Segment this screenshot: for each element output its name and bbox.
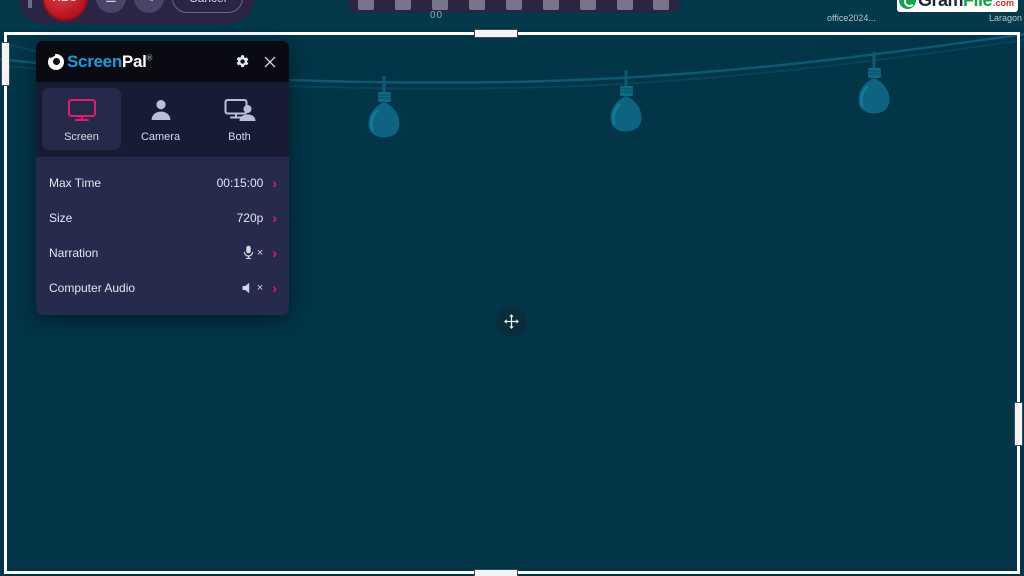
pen-icon[interactable]: ✎ xyxy=(134,0,164,13)
microphone-glyph xyxy=(243,245,254,260)
brand-pal-text: Pal xyxy=(121,52,147,71)
monitor-icon xyxy=(67,98,97,122)
resize-handle-top[interactable] xyxy=(474,29,518,38)
resize-handle-bottom[interactable] xyxy=(474,569,518,576)
tab-camera-label: Camera xyxy=(140,131,181,143)
toolbar-icon-7[interactable] xyxy=(579,0,596,10)
setting-label: Computer Audio xyxy=(49,280,136,295)
tab-camera[interactable]: Camera xyxy=(121,88,200,150)
resize-handle-right[interactable] xyxy=(1014,402,1023,446)
gramfile-logo: Gram File .com xyxy=(896,0,1018,12)
person-icon xyxy=(149,98,173,122)
setting-row-size[interactable]: Size 720p › xyxy=(36,200,289,235)
chevron-right-icon[interactable]: › xyxy=(272,281,277,295)
recorder-settings-list: Max Time 00:15:00 › Size 720p › Narratio… xyxy=(36,157,289,315)
chevron-right-icon[interactable]: › xyxy=(272,176,277,190)
setting-value-group: 720p › xyxy=(237,211,277,225)
gear-glyph xyxy=(236,55,249,68)
taskbar-item-laragon[interactable]: Laragon xyxy=(989,13,1022,23)
gramfile-logo-icon xyxy=(898,0,916,9)
screenpal-recorder-panel: ScreenPal® Screen Camera Both Max Time 0… xyxy=(36,41,289,315)
gramfile-watermark: Gram File .com xyxy=(896,0,1018,12)
move-arrows-icon[interactable] xyxy=(496,306,527,337)
monitor-person-icon xyxy=(224,98,256,122)
toolbar-icon-3[interactable] xyxy=(432,0,449,10)
panel-header-actions xyxy=(235,54,277,69)
taskbar-labels: office2024... Laragon xyxy=(827,13,1022,23)
setting-row-computer-audio[interactable]: Computer Audio × › xyxy=(36,270,289,305)
setting-label: Max Time xyxy=(49,175,102,190)
tab-both[interactable]: Both xyxy=(200,88,279,150)
gramfile-com-text: .com xyxy=(992,0,1014,8)
taskbar-item-office[interactable]: office2024... xyxy=(827,13,876,23)
speaker-glyph xyxy=(242,282,250,293)
person-glyph xyxy=(151,100,170,120)
bulb-1 xyxy=(368,76,400,138)
capture-mode-tabs: Screen Camera Both xyxy=(36,82,289,157)
rec-button[interactable]: REC xyxy=(42,0,88,21)
toolbar-icon-1[interactable] xyxy=(358,0,375,10)
panel-header: ScreenPal® xyxy=(36,41,289,82)
toolbar-icon-5[interactable] xyxy=(505,0,522,10)
toolbar-icon-2[interactable] xyxy=(395,0,412,10)
setting-value: 00:15:00 xyxy=(216,175,264,190)
mute-mark: × xyxy=(256,246,264,259)
setting-row-narration[interactable]: Narration × › xyxy=(36,235,289,270)
monitor-glyph xyxy=(67,99,96,121)
drag-grip-icon[interactable] xyxy=(28,0,32,8)
gramfile-file-text: File xyxy=(963,0,993,11)
speaker-icon[interactable]: × xyxy=(241,281,263,295)
close-glyph xyxy=(264,56,276,67)
close-icon[interactable] xyxy=(263,55,277,69)
toolbar-caption: 00 xyxy=(430,10,444,21)
setting-value: 720p xyxy=(236,210,264,225)
brand-screen-text: Screen xyxy=(67,52,122,71)
app-toolbar xyxy=(348,0,680,12)
recorder-control-bar: REC ☰ ✎ Cancel xyxy=(18,0,254,24)
brand-trademark: ® xyxy=(146,53,153,63)
setting-row-max-time[interactable]: Max Time 00:15:00 › xyxy=(36,165,289,200)
tab-screen[interactable]: Screen xyxy=(42,88,121,150)
desktop-top-strip: REC ☰ ✎ Cancel 00 Gram File .com xyxy=(0,0,1024,30)
toolbar-icon-6[interactable] xyxy=(542,0,559,10)
brand-wordmark: ScreenPal® xyxy=(67,53,152,70)
chevron-right-icon[interactable]: › xyxy=(272,211,277,225)
move-arrows-glyph xyxy=(504,314,519,329)
setting-value-group: × › xyxy=(241,281,277,295)
screenpal-logo-icon xyxy=(48,53,64,70)
screen-capture-view: REC ☰ ✎ Cancel 00 Gram File .com xyxy=(0,0,1024,576)
setting-label: Narration xyxy=(49,245,99,260)
setting-label: Size xyxy=(49,210,73,225)
toolbar-icon-4[interactable] xyxy=(469,0,486,10)
monitor-person-glyph xyxy=(224,99,255,121)
setting-value-group: 00:15:00 › xyxy=(217,176,277,190)
hamburger-icon[interactable]: ☰ xyxy=(96,0,126,13)
resize-handle-left[interactable] xyxy=(1,42,10,86)
gear-icon[interactable] xyxy=(235,54,250,69)
setting-value-group: × › xyxy=(242,245,277,260)
chevron-right-icon[interactable]: › xyxy=(272,246,277,260)
tab-both-label: Both xyxy=(228,131,251,143)
microphone-icon[interactable]: × xyxy=(242,245,263,260)
cancel-button[interactable]: Cancel xyxy=(172,0,244,13)
tab-screen-label: Screen xyxy=(64,131,99,143)
toolbar-icon-9[interactable] xyxy=(653,0,670,10)
mute-mark: × xyxy=(256,281,264,294)
gramfile-gram-text: Gram xyxy=(918,0,964,11)
toolbar-icon-8[interactable] xyxy=(616,0,633,10)
